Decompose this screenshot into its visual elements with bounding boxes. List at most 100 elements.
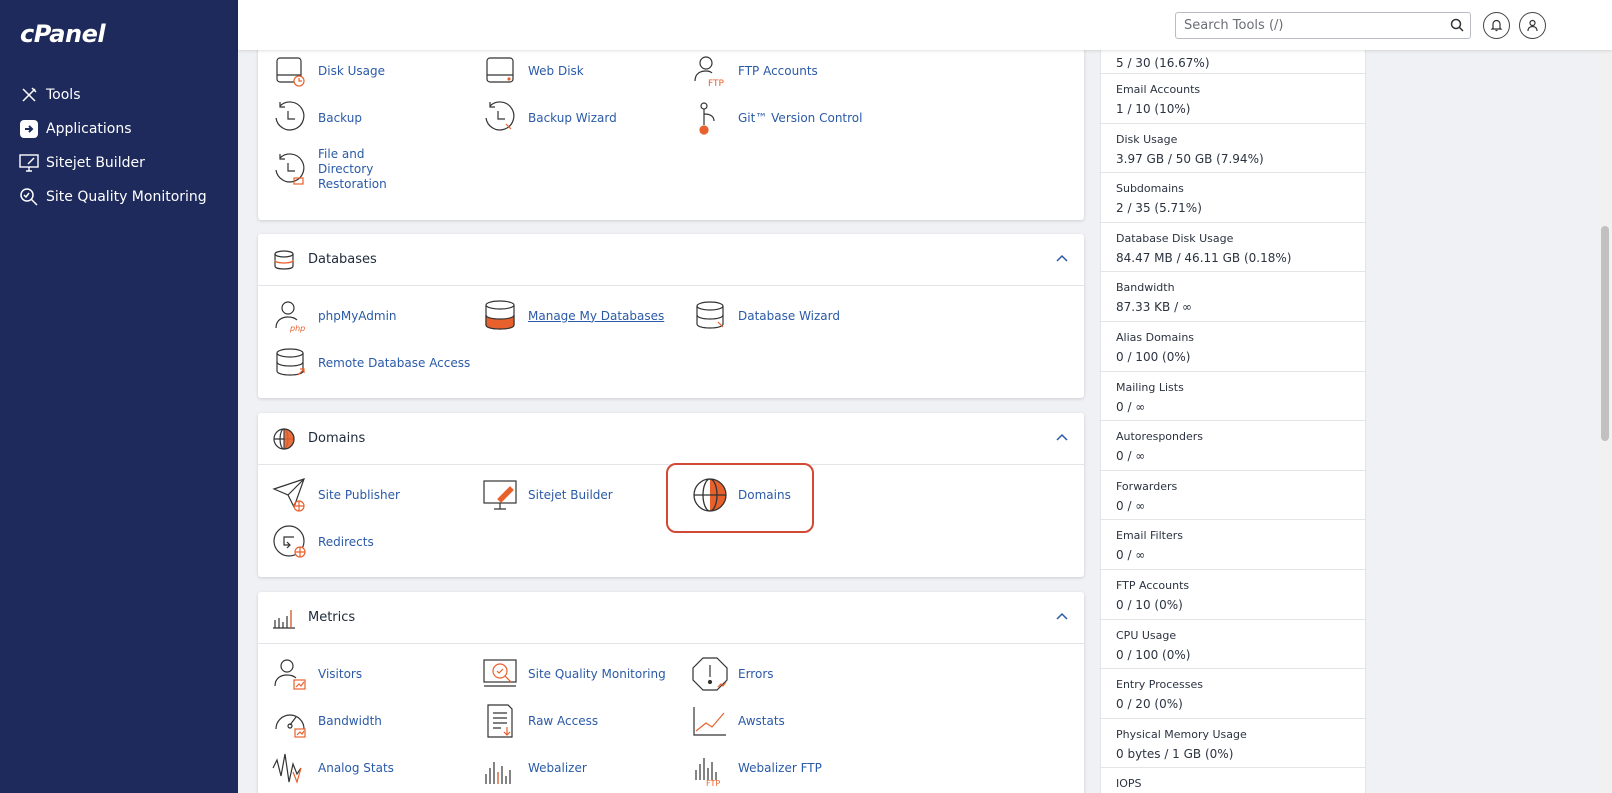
sitejet-builder-icon [18,152,40,174]
tool-label: phpMyAdmin [318,308,397,323]
stat-row: CPU Usage 0 / 100 (0%) [1101,620,1365,670]
tool-label: File and Directory Restoration [318,147,387,191]
tool-awstats[interactable]: Awstats [692,703,785,739]
sidebar-item-label: Sitejet Builder [46,155,145,171]
tool-backup-wizard[interactable]: Backup Wizard [482,100,617,136]
section-title: Databases [308,252,377,267]
bandwidth-icon [275,714,306,738]
bell-icon [1490,19,1503,32]
top-bar [238,0,1612,50]
scrollbar-thumb[interactable] [1601,226,1609,441]
stat-label: Alias Domains [1116,330,1195,344]
tool-ftp-accounts[interactable]: FTP FTP Accounts [692,53,818,89]
site-quality-monitoring-icon [18,186,40,208]
metrics-panel: Metrics Visitors Site Quality Monitoring… [258,592,1084,793]
web-disk-icon [486,57,514,83]
stat-row: Physical Memory Usage 0 bytes / 1 GB (0%) [1101,719,1365,769]
tool-redirects[interactable]: Redirects [272,524,374,560]
stat-value: 3.97 GB / 50 GB (7.94%) [1116,151,1264,166]
tool-webalizer-ftp[interactable]: FTP Webalizer FTP [692,750,822,786]
stat-value: 87.33 KB / ∞ [1116,300,1192,315]
tool-label: Git™ Version Control [738,110,863,125]
chevron-up-icon[interactable] [1056,254,1068,262]
tool-site-publisher[interactable]: Site Publisher [272,477,400,513]
stat-value: 0 / 20 (0%) [1116,697,1183,712]
tool-label: Bandwidth [318,713,382,728]
search-box[interactable] [1175,12,1471,39]
search-input[interactable] [1184,18,1444,33]
stat-value: 0 / 100 (0%) [1116,349,1191,364]
stat-label: IOPS [1116,777,1142,791]
stat-row: Bandwidth 87.33 KB / ∞ [1101,272,1365,322]
backup-icon [275,101,305,131]
stat-label: Entry Processes [1116,678,1203,692]
cpanel-logo[interactable]: cPanel [20,20,106,48]
stat-value: 5 / 30 (16.67%) [1116,56,1210,70]
database-wizard-icon [696,301,724,329]
stat-row: Autoresponders 0 / ∞ [1101,421,1365,471]
stat-label: Autoresponders [1116,430,1204,444]
tool-label: Webalizer FTP [738,760,822,775]
stat-row: 5 / 30 (16.67%) [1101,50,1365,74]
notifications-button[interactable] [1483,12,1510,39]
stat-label: Email Filters [1116,529,1183,543]
tool-manage-my-databases[interactable]: Manage My Databases [482,298,664,334]
tool-analog-stats[interactable]: Analog Stats [272,750,394,786]
manage-databases-icon [485,300,515,330]
tool-label: Site Quality Monitoring [528,666,666,681]
tool-webalizer[interactable]: Webalizer [482,750,587,786]
tool-phpmyadmin[interactable]: php phpMyAdmin [272,298,397,334]
svg-text:FTP: FTP [708,79,725,89]
search-icon[interactable] [1450,18,1464,32]
tool-file-directory-restoration[interactable]: File and Directory Restoration [272,147,452,192]
user-menu-button[interactable] [1519,12,1546,39]
sidebar: cPanel Tools Applications Sitejet Builde… [0,0,238,793]
tool-label: Errors [738,666,774,681]
user-icon [1527,19,1538,32]
sidebar-item-applications[interactable]: Applications [18,112,233,146]
stat-label: CPU Usage [1116,628,1177,642]
tool-web-disk[interactable]: Web Disk [482,53,584,89]
chevron-up-icon[interactable] [1056,433,1068,441]
ftp-accounts-icon: FTP [694,56,725,89]
stat-value: 0 / ∞ [1116,498,1146,513]
stat-value: 2 / 35 (5.71%) [1116,201,1202,216]
sidebar-item-tools[interactable]: Tools [18,78,233,112]
tool-sitejet-builder[interactable]: Sitejet Builder [482,477,613,513]
tool-bandwidth[interactable]: Bandwidth [272,703,382,739]
tool-backup[interactable]: Backup [272,100,362,136]
metrics-icon [273,609,295,629]
databases-header[interactable]: Databases [258,234,1084,286]
git-icon [699,102,715,135]
metrics-header[interactable]: Metrics [258,592,1084,644]
errors-icon [692,657,728,691]
domains-header[interactable]: Domains [258,413,1084,465]
tool-disk-usage[interactable]: Disk Usage [272,53,385,89]
sidebar-item-site-quality-monitoring[interactable]: Site Quality Monitoring [18,180,233,214]
tool-label: Visitors [318,666,363,681]
site-publisher-icon [272,478,305,512]
tool-errors[interactable]: Errors [692,656,774,692]
tool-label: Backup [318,110,362,125]
tool-remote-database-access[interactable]: Remote Database Access [272,345,470,381]
tool-git-version-control[interactable]: Git™ Version Control [692,100,862,136]
tool-database-wizard[interactable]: Database Wizard [692,298,840,334]
phpmyadmin-icon: php [275,301,305,333]
section-title: Metrics [308,610,356,625]
stat-label: Disk Usage [1116,132,1178,146]
tool-label: FTP Accounts [738,63,818,78]
stat-value: 0 / ∞ [1116,449,1146,464]
stat-row: IOPS [1101,768,1365,793]
tool-visitors[interactable]: Visitors [272,656,362,692]
stat-value: 0 / 10 (0%) [1116,597,1183,612]
stat-value: 0 / ∞ [1116,548,1146,563]
sidebar-item-sitejet-builder[interactable]: Sitejet Builder [18,146,233,180]
databases-panel: Databases php phpMyAdmin Manage My Datab… [258,234,1084,398]
tool-label: Site Publisher [318,487,400,502]
raw-access-icon [487,704,513,738]
stat-label: Forwarders [1116,479,1178,493]
chevron-up-icon[interactable] [1056,612,1068,620]
tool-site-quality-monitoring[interactable]: Site Quality Monitoring [482,656,666,692]
tool-raw-access[interactable]: Raw Access [482,703,598,739]
stat-label: Physical Memory Usage [1116,727,1247,741]
